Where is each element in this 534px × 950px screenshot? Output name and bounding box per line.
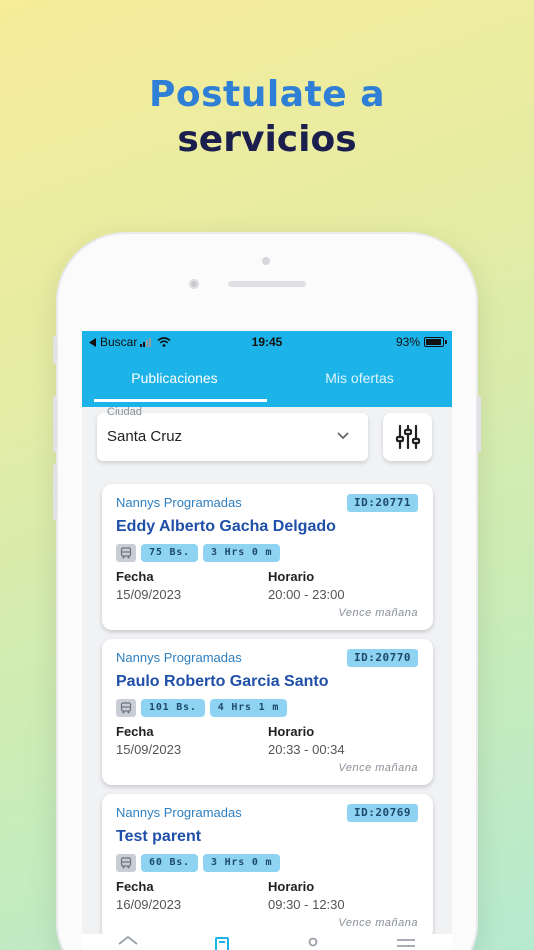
headline-line-2: servicios — [177, 119, 357, 160]
client-name: Paulo Roberto Garcia Santo — [116, 673, 329, 690]
bus-icon — [116, 699, 136, 717]
headline-line-1: Postulate a — [149, 74, 385, 115]
promo-headline: Postulate a servicios — [0, 72, 534, 162]
date-column: Fecha 15/09/2023 — [116, 569, 181, 602]
menu-icon — [396, 939, 415, 947]
bus-icon — [116, 544, 136, 562]
time-column: Horario 09:30 - 12:30 — [268, 879, 345, 912]
tab-mis-ofertas[interactable]: Mis ofertas — [267, 357, 452, 407]
date-label: Fecha — [116, 724, 154, 739]
id-badge: ID:20771 — [347, 494, 418, 512]
date-column: Fecha 15/09/2023 — [116, 724, 181, 757]
service-type: Nannys Programadas — [116, 495, 242, 510]
date-value: 15/09/2023 — [116, 587, 182, 602]
date-label: Fecha — [116, 879, 154, 894]
price-chip: 101 Bs. — [141, 699, 205, 717]
bus-icon — [116, 854, 136, 872]
price-chip: 60 Bs. — [141, 854, 198, 872]
sensor-dot — [262, 257, 270, 265]
time-label: Horario — [268, 724, 315, 739]
duration-chip: 3 Hrs 0 m — [202, 544, 281, 562]
id-badge: ID:20769 — [347, 804, 418, 822]
nav-profile[interactable] — [298, 934, 328, 950]
card-chips: 75 Bs. 3 Hrs 0 m — [116, 544, 281, 562]
service-type: Nannys Programadas — [116, 650, 242, 665]
time-value: 09:30 - 12:30 — [268, 897, 345, 912]
city-label: Ciudad — [107, 406, 142, 418]
expiry-text: Vence mañana — [338, 762, 418, 774]
date-label: Fecha — [116, 569, 154, 584]
expiry-text: Vence mañana — [338, 917, 418, 929]
expiry-text: Vence mañana — [338, 607, 418, 619]
power-button — [477, 396, 481, 452]
job-card[interactable]: Nannys Programadas ID:20769 Test parent … — [102, 794, 433, 940]
nav-menu[interactable] — [391, 934, 421, 950]
status-bar: Buscar 19:45 93% — [82, 331, 452, 353]
volume-down-button — [53, 464, 57, 520]
nav-home[interactable] — [113, 934, 143, 950]
time-column: Horario 20:00 - 23:00 — [268, 569, 345, 602]
time-column: Horario 20:33 - 00:34 — [268, 724, 345, 757]
time-label: Horario — [268, 569, 315, 584]
id-badge: ID:20770 — [347, 649, 418, 667]
job-card[interactable]: Nannys Programadas ID:20771 Eddy Alberto… — [102, 484, 433, 630]
battery-icon — [424, 337, 447, 347]
city-value: Santa Cruz — [107, 428, 183, 445]
home-icon — [118, 935, 138, 945]
document-icon — [214, 937, 229, 950]
time-label: Horario — [268, 879, 315, 894]
city-dropdown[interactable]: Ciudad Santa Cruz — [97, 406, 368, 461]
user-icon — [308, 937, 318, 947]
time-value: 20:00 - 23:00 — [268, 587, 345, 602]
date-value: 16/09/2023 — [116, 897, 182, 912]
sliders-icon — [395, 424, 420, 450]
service-type: Nannys Programadas — [116, 805, 242, 820]
volume-up-button — [53, 396, 57, 452]
date-value: 15/09/2023 — [116, 742, 182, 757]
app-screen: Buscar 19:45 93% Publicaciones Mis ofert… — [82, 331, 452, 950]
duration-chip: 3 Hrs 0 m — [202, 854, 281, 872]
nav-publications[interactable] — [206, 934, 236, 950]
app-bar: Buscar 19:45 93% Publicaciones Mis ofert… — [82, 331, 452, 407]
duration-chip: 4 Hrs 1 m — [209, 699, 288, 717]
card-chips: 60 Bs. 3 Hrs 0 m — [116, 854, 281, 872]
front-camera — [189, 279, 199, 289]
battery-percent: 93% — [395, 335, 420, 349]
price-chip: 75 Bs. — [141, 544, 198, 562]
job-card[interactable]: Nannys Programadas ID:20770 Paulo Robert… — [102, 639, 433, 785]
filter-settings-button[interactable] — [383, 413, 432, 461]
client-name: Eddy Alberto Gacha Delgado — [116, 518, 336, 535]
card-chips: 101 Bs. 4 Hrs 1 m — [116, 699, 288, 717]
mute-switch — [53, 336, 57, 364]
battery-status: 93% — [395, 335, 447, 349]
earpiece-speaker — [228, 281, 306, 287]
client-name: Test parent — [116, 828, 202, 845]
tab-bar: Publicaciones Mis ofertas — [82, 357, 452, 407]
date-column: Fecha 16/09/2023 — [116, 879, 181, 912]
bottom-nav — [82, 934, 452, 950]
time-value: 20:33 - 00:34 — [268, 742, 345, 757]
tab-publicaciones[interactable]: Publicaciones — [82, 357, 267, 407]
chevron-down-icon — [337, 432, 349, 440]
